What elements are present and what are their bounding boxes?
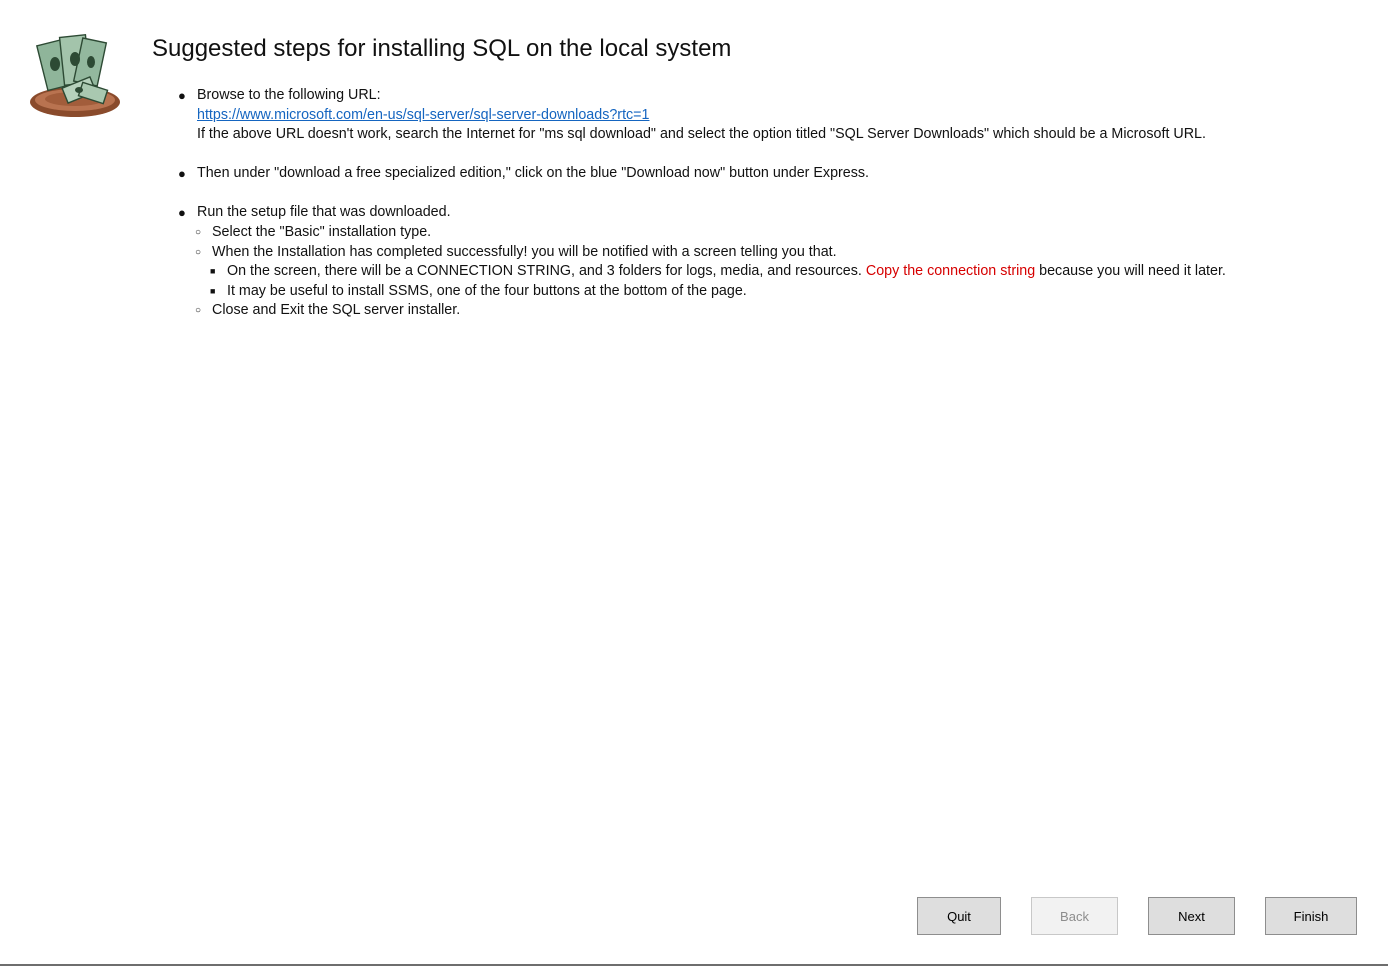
- completed-note: When the Installation has completed succ…: [212, 243, 837, 260]
- page-title: Suggested steps for installing SQL on th…: [152, 35, 732, 62]
- bullet-circle-icon: ○: [195, 226, 202, 238]
- bullet-square-icon: ■: [210, 266, 216, 277]
- bullet-circle-icon: ○: [195, 246, 202, 258]
- download-instruction: Then under "download a free specialized …: [197, 165, 870, 182]
- bullet-square-icon: ■: [210, 285, 216, 296]
- list-item: ■ On the screen, there will be a CONNECT…: [178, 262, 1358, 282]
- connection-string-note: On the screen, there will be a CONNECTIO…: [227, 263, 1226, 280]
- back-button[interactable]: Back: [1031, 897, 1118, 935]
- download-url-link[interactable]: https://www.microsoft.com/en-us/sql-serv…: [197, 107, 650, 123]
- quit-button[interactable]: Quit: [917, 897, 1001, 935]
- bullet-circle-icon: ○: [195, 305, 202, 317]
- list-item: ■ It may be useful to install SSMS, one …: [178, 282, 1358, 302]
- list-item: ● Run the setup file that was downloaded…: [178, 203, 1358, 223]
- ssms-note: It may be useful to install SSMS, one of…: [227, 282, 747, 299]
- list-item: ○ Select the "Basic" installation type.: [178, 223, 1358, 243]
- list-item: ● Then under "download a free specialize…: [178, 164, 1358, 184]
- browse-label: Browse to the following URL:: [197, 87, 381, 103]
- connection-string-highlight: Copy the connection string: [865, 263, 1036, 280]
- next-button[interactable]: Next: [1148, 897, 1235, 935]
- bullet-disc-icon: ●: [178, 205, 186, 221]
- bullet-disc-icon: ●: [178, 166, 186, 182]
- run-setup-text: Run the setup file that was downloaded.: [197, 204, 451, 221]
- instructions: ● Browse to the following URL: https://w…: [178, 86, 1358, 321]
- list-item: ○ When the Installation has completed su…: [178, 243, 1358, 263]
- select-basic-text: Select the "Basic" installation type.: [212, 223, 432, 240]
- list-item: ● Browse to the following URL: https://w…: [178, 86, 1358, 145]
- bullet-disc-icon: ●: [178, 88, 186, 103]
- fallback-note: If the above URL doesn't work, search th…: [197, 126, 1206, 143]
- finish-button[interactable]: Finish: [1265, 897, 1357, 935]
- list-item: ○ Close and Exit the SQL server installe…: [178, 301, 1358, 321]
- close-exit-text: Close and Exit the SQL server installer.: [212, 302, 461, 319]
- money-bills-on-plate-icon: [28, 30, 122, 122]
